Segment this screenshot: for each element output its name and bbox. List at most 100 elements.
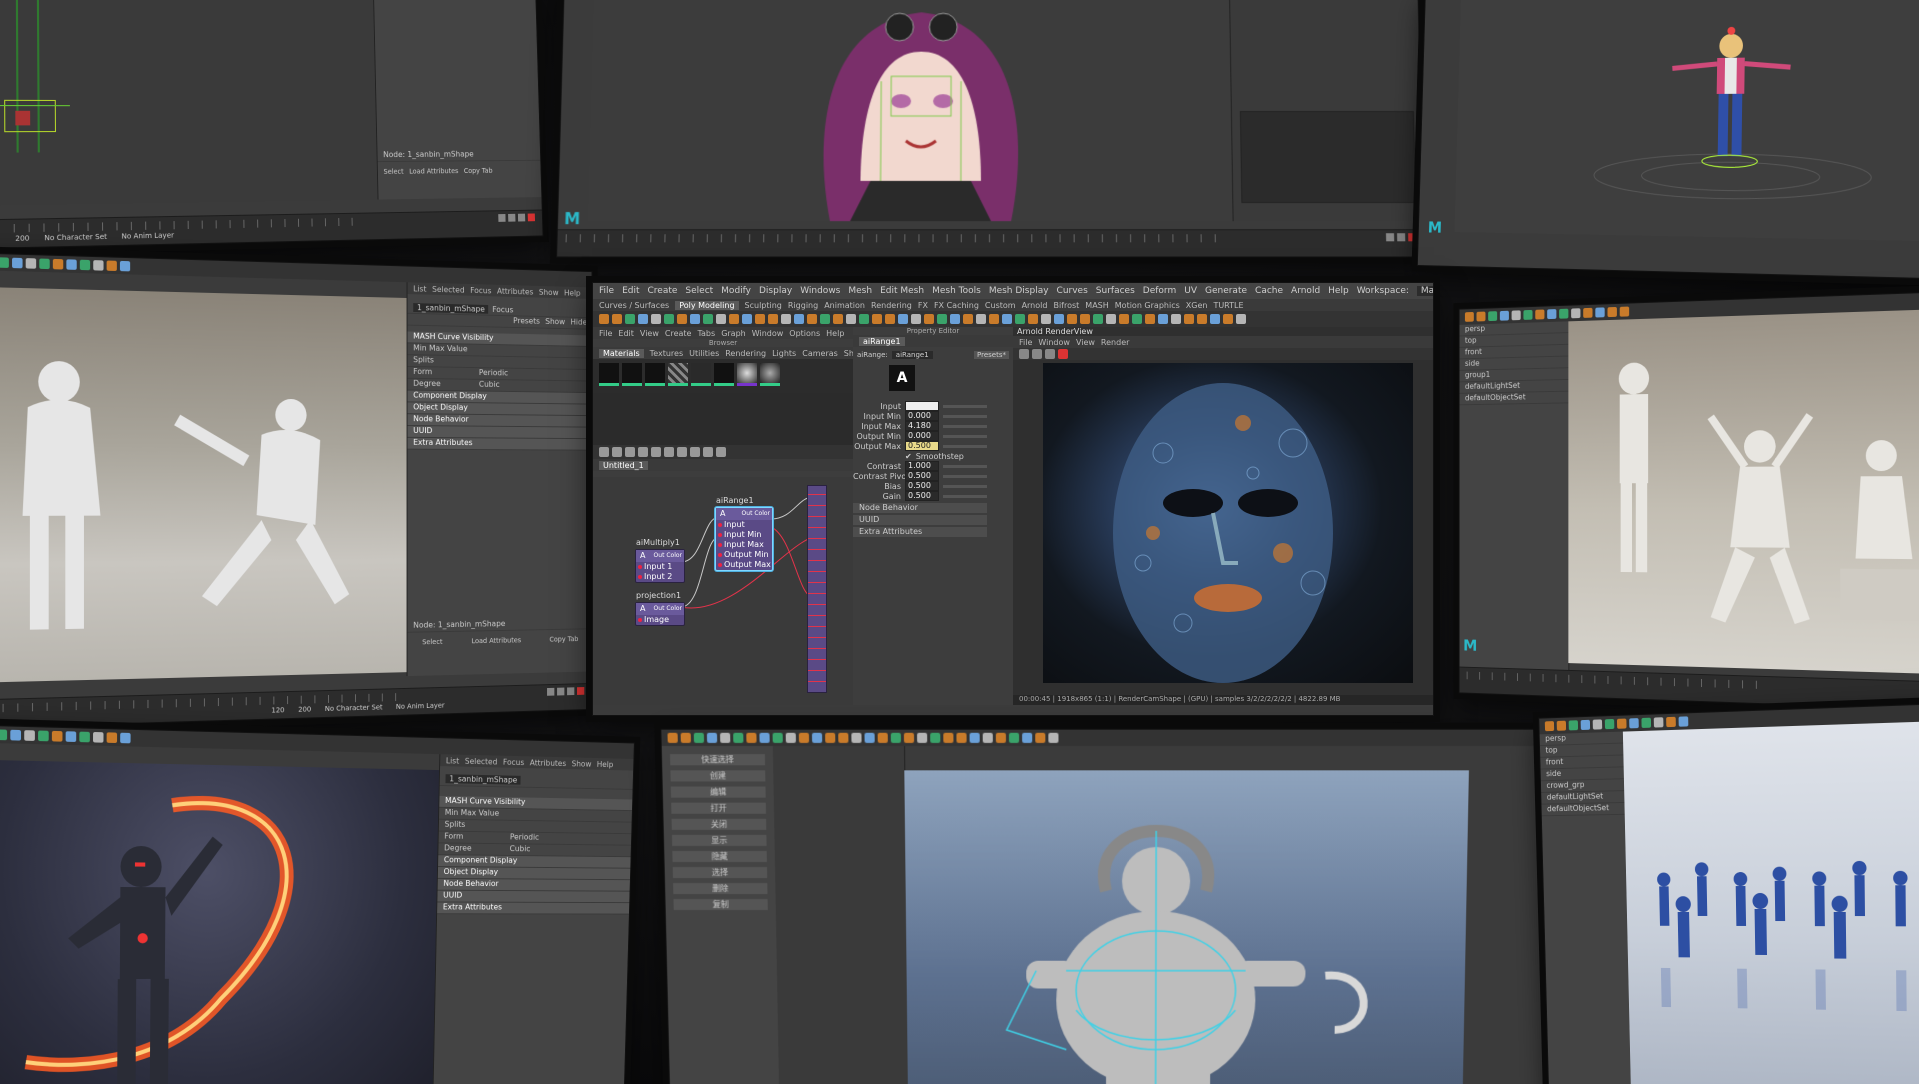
browser-tab[interactable]: Textures: [650, 349, 683, 358]
timeline[interactable]: 120 200 No Character Set No Anim Layer: [0, 683, 592, 728]
field-value[interactable]: Cubic: [509, 844, 530, 855]
menu-deform[interactable]: Deform: [1143, 286, 1176, 296]
material-swatch[interactable]: [645, 363, 665, 386]
menu-show[interactable]: Show: [539, 287, 559, 296]
shelf-tab-active[interactable]: Poly Modeling: [675, 301, 738, 310]
shelf-tab[interactable]: MASH: [1085, 301, 1108, 310]
field-value[interactable]: Periodic: [510, 833, 539, 844]
menu-show[interactable]: Show: [572, 759, 592, 768]
menu-help[interactable]: Help: [564, 288, 581, 297]
menu-file[interactable]: File: [599, 286, 614, 296]
range-start[interactable]: 120: [271, 706, 284, 714]
shelf-tab[interactable]: XGen: [1186, 301, 1208, 310]
material-swatch[interactable]: [668, 363, 688, 386]
anim-layer[interactable]: No Anim Layer: [121, 231, 174, 240]
node-name-field[interactable]: 1_sanbin_mShape: [445, 774, 521, 784]
material-swatch[interactable]: [760, 363, 780, 386]
node-airange[interactable]: aiRange1 A Out Color Input Input Min Inp…: [715, 507, 773, 571]
port-output-max[interactable]: Output Max: [716, 560, 772, 570]
shelf-tab[interactable]: Sculpting: [745, 301, 782, 310]
node-name-field[interactable]: aiRange1: [892, 351, 933, 359]
menu-help[interactable]: Help: [1328, 286, 1349, 296]
attr-output-max[interactable]: 0.500: [905, 441, 939, 451]
field-value[interactable]: Cubic: [479, 380, 500, 391]
shelf-tab[interactable]: Rigging: [788, 301, 818, 310]
shelf-tab[interactable]: Bifrost: [1053, 301, 1079, 310]
browser-tab[interactable]: Shading Gr: [844, 349, 853, 358]
menu-mesh-tools[interactable]: Mesh Tools: [932, 286, 981, 296]
range-end[interactable]: 200: [15, 234, 29, 243]
viewport[interactable]: [588, 0, 1232, 221]
smoothstep-checkbox[interactable]: ✔: [905, 452, 912, 461]
hs-menu-view[interactable]: View: [640, 329, 659, 338]
port-input2[interactable]: Input 2: [636, 572, 684, 582]
shelf-tab[interactable]: Curves / Surfaces: [599, 301, 669, 310]
rv-menu-view[interactable]: View: [1076, 338, 1095, 347]
attr-bias[interactable]: 0.500: [905, 481, 939, 491]
select-button[interactable]: Select: [422, 638, 442, 646]
port-input[interactable]: Input: [716, 520, 772, 530]
hs-menu-options[interactable]: Options: [789, 329, 820, 338]
load-attributes-button[interactable]: Load Attributes: [472, 636, 522, 645]
menu-selected[interactable]: Selected: [465, 756, 498, 766]
node-aimultiply[interactable]: aiMultiply1 A Out Color Input 1 Input 2: [635, 549, 685, 583]
hs-menu-file[interactable]: File: [599, 329, 612, 338]
shelf-tab[interactable]: FX: [918, 301, 928, 310]
menu-surfaces[interactable]: Surfaces: [1096, 286, 1135, 296]
node-name-field[interactable]: 1_sanbin_mShape: [413, 303, 488, 314]
workspace-select[interactable]: Maya Classic*: [1417, 286, 1433, 296]
menu-help[interactable]: Help: [597, 760, 614, 769]
tool-button[interactable]: 关闭: [672, 819, 767, 830]
menu-edit-mesh[interactable]: Edit Mesh: [880, 286, 924, 296]
shelf-tab[interactable]: Animation: [824, 301, 865, 310]
material-swatch[interactable]: [622, 363, 642, 386]
menu-create[interactable]: Create: [648, 286, 678, 296]
section-extra-attributes[interactable]: Extra Attributes: [853, 527, 987, 537]
hs-menu-help[interactable]: Help: [826, 329, 844, 338]
tool-button[interactable]: 创建: [670, 770, 765, 781]
timeline[interactable]: 120 200 No Character Set No Anim Layer: [0, 210, 543, 249]
outliner-item[interactable]: defaultObjectSet: [1542, 803, 1625, 816]
presets-button[interactable]: Presets*: [974, 351, 1009, 359]
hide-button[interactable]: Hide: [570, 318, 587, 329]
menu-modify[interactable]: Modify: [721, 286, 751, 296]
focus-button[interactable]: Focus: [492, 305, 513, 314]
attr-input-min[interactable]: 0.000: [905, 411, 939, 421]
menu-list[interactable]: List: [413, 284, 426, 293]
character-set[interactable]: No Character Set: [325, 703, 383, 713]
timeline[interactable]: [1460, 667, 1919, 711]
menu-mesh-display[interactable]: Mesh Display: [989, 286, 1049, 296]
section-node-behavior[interactable]: Node Behavior: [853, 503, 987, 513]
browser-tab-materials[interactable]: Materials: [599, 349, 644, 358]
range-end[interactable]: 200: [298, 705, 311, 713]
attr-gain[interactable]: 0.500: [905, 491, 939, 501]
browser-tab[interactable]: Cameras: [802, 349, 838, 358]
viewport[interactable]: [0, 287, 407, 683]
tool-button[interactable]: 隐藏: [672, 851, 767, 862]
playback-controls[interactable]: [498, 213, 535, 221]
render-image[interactable]: [1043, 363, 1413, 683]
port-output-min[interactable]: Output Min: [716, 550, 772, 560]
property-tab[interactable]: aiRange1: [859, 337, 905, 346]
viewport[interactable]: [0, 759, 439, 1084]
section-extra-attributes[interactable]: Extra Attributes: [437, 902, 630, 914]
material-swatch[interactable]: [737, 363, 757, 386]
material-swatch[interactable]: [714, 363, 734, 386]
outliner[interactable]: [773, 746, 909, 1084]
section-uuid[interactable]: UUID: [853, 515, 987, 525]
node-graph[interactable]: aiMultiply1 A Out Color Input 1 Input 2 …: [593, 477, 853, 705]
hs-menu-edit[interactable]: Edit: [618, 329, 634, 338]
viewport[interactable]: [1455, 0, 1919, 242]
menu-select[interactable]: Select: [685, 286, 713, 296]
menu-uv[interactable]: UV: [1184, 286, 1197, 296]
copy-tab-button[interactable]: Copy Tab: [549, 635, 578, 643]
attr-input-max[interactable]: 4.180: [905, 421, 939, 431]
tool-button[interactable]: 打开: [671, 803, 766, 814]
section-extra-attributes[interactable]: Extra Attributes: [408, 438, 593, 451]
shelf-tab[interactable]: Motion Graphics: [1115, 301, 1180, 310]
tool-button[interactable]: 编辑: [671, 787, 766, 798]
shelf-tab[interactable]: TURTLE: [1213, 301, 1243, 310]
node-editor-tab[interactable]: Untitled_1: [599, 461, 648, 470]
shelf-tab[interactable]: Rendering: [871, 301, 912, 310]
tool-button[interactable]: 复制: [673, 899, 767, 910]
